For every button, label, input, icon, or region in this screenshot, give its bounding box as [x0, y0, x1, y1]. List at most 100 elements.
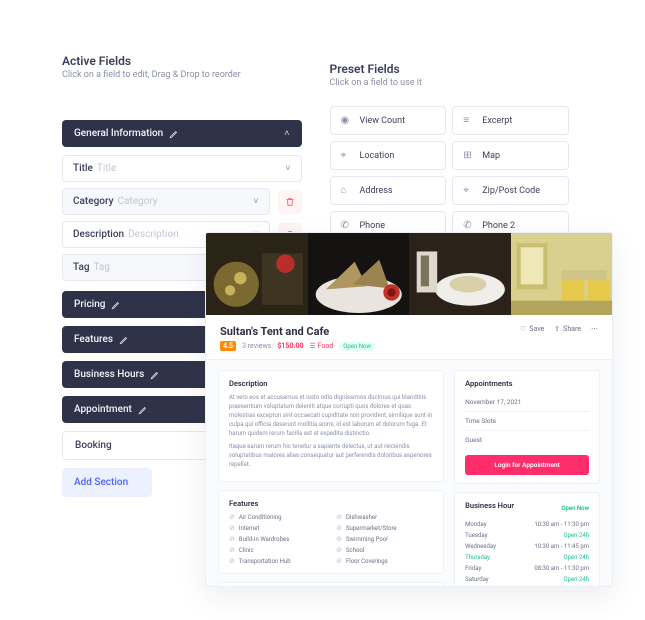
feature-item: Clinic [229, 546, 326, 554]
share-button[interactable]: ⇪Share [554, 325, 581, 333]
open-now-pill: Open Now [339, 342, 375, 351]
listing-title: Sultan's Tent and Cafe [220, 325, 375, 338]
hours-day: Friday [465, 565, 481, 572]
preset-fields-title: Preset Fields [330, 62, 570, 76]
more-button[interactable]: ⋯ [591, 325, 598, 333]
trash-icon [285, 197, 295, 207]
open-now-label: Open Now [561, 505, 589, 512]
business-hours-card: Business Hour Open Now Monday10:30 am - … [454, 492, 600, 587]
hours-value: 08:30 am - 11:30 pm [534, 565, 589, 572]
save-button[interactable]: ♡Save [520, 325, 544, 333]
section-general-information[interactable]: General Information ˄ [62, 120, 302, 147]
excerpt-icon: ≡ [463, 115, 475, 126]
description-card: Description At vero eos et accusamus et … [218, 370, 444, 482]
hours-day: Saturday [465, 576, 489, 583]
preset-field-excerpt[interactable]: ≡ Excerpt [452, 106, 569, 135]
feature-item: Floor Coverings [336, 557, 433, 565]
map-icon: ⊞ [463, 150, 475, 161]
hours-row: Monday10:30 am - 11:30 pm [465, 519, 589, 530]
hours-row: SundayClosed [465, 585, 589, 587]
feature-item: Supermarket/Store [336, 524, 433, 532]
preset-fields-subtitle: Click on a field to use it [330, 78, 570, 88]
add-section-button[interactable]: Add Section [62, 468, 152, 497]
preset-field-zip-post-code[interactable]: ⌖Zip/Post Code [452, 176, 569, 205]
video-card: Listing Video [218, 582, 444, 587]
appointment-guest[interactable]: Guest [465, 431, 589, 449]
preset-field-address[interactable]: ⌂ Address [330, 176, 447, 205]
pencil-icon [111, 300, 121, 310]
appointment-card: Appointments November 17, 2021 Time Slot… [454, 370, 600, 484]
active-fields-subtitle: Click on a field to edit, Drag & Drop to… [62, 70, 302, 80]
preset-field-map[interactable]: ⊞ Map [452, 141, 569, 170]
listing-meta: 4.5 3 reviews $150.00 ☰ Food Open Now [220, 341, 375, 351]
preset-label: Zip/Post Code [482, 186, 540, 196]
hours-row: Friday 08:30 am - 11:30 pm [465, 563, 589, 574]
share-icon: ⇪ [554, 325, 560, 333]
gallery-thumb[interactable] [308, 233, 410, 315]
features-card: Features Air ConditioningDishwasherInter… [218, 490, 444, 574]
heart-icon: ♡ [520, 325, 526, 333]
preset-field-location[interactable]: ⌖ Location [330, 141, 447, 170]
appointment-date[interactable]: November 17, 2021 [465, 393, 589, 412]
listing-actions: ♡Save ⇪Share ⋯ [520, 325, 598, 333]
gallery-thumb[interactable] [409, 233, 511, 315]
hours-row: Wednesday 10:30 am - 11:45 pm [465, 541, 589, 552]
feature-item: Transportation Hub [229, 557, 326, 565]
preset-label: Address [360, 186, 393, 196]
phone-icon: ✆ [341, 220, 353, 231]
hours-value: Open 24h [563, 532, 589, 539]
preset-label: Phone [360, 221, 386, 231]
field-row-title[interactable]: TitleTitle ˅ [62, 155, 302, 182]
hours-row: Saturday Open 24h [465, 574, 589, 585]
hours-heading: Business Hour [465, 501, 514, 510]
preset-label: View Count [360, 116, 406, 126]
feature-item: Build-In Wardrobes [229, 535, 326, 543]
feature-item: Swimming Pool [336, 535, 433, 543]
login-appointment-button[interactable]: Login for Appointment [465, 455, 589, 475]
phone2-icon: ✆ [463, 220, 475, 231]
description-heading: Description [229, 379, 433, 388]
category-icon: ☰ [310, 342, 316, 350]
field-label: Description [73, 229, 124, 240]
appointment-heading: Appointments [465, 379, 589, 388]
feature-item: Air Conditioning [229, 513, 326, 521]
feature-item: School [336, 546, 433, 554]
description-text: Itaque earum rerum hic tenetur a sapient… [229, 442, 433, 469]
section-label: Business Hours [74, 369, 144, 380]
listing-header: Sultan's Tent and Cafe 4.5 3 reviews $15… [206, 315, 612, 360]
pencil-icon [169, 129, 179, 139]
preset-field-view-count[interactable]: ◉ View Count [330, 106, 447, 135]
appointment-slots[interactable]: Time Slots [465, 412, 589, 431]
chevron-down-icon: ˅ [253, 196, 258, 207]
field-row-category[interactable]: Category Category ˅ [62, 188, 302, 215]
field-placeholder: Title [97, 163, 116, 174]
location-icon: ⌖ [341, 150, 353, 161]
preset-label: Excerpt [482, 116, 512, 126]
delete-field-button[interactable] [278, 190, 302, 214]
hours-value: Open 24h [563, 576, 589, 583]
field-label: Category [73, 196, 113, 207]
preset-label: Location [360, 151, 395, 161]
active-fields-title: Active Fields [62, 54, 302, 68]
hours-row: TuesdayOpen 24h [465, 530, 589, 541]
hours-value: 10:30 am - 11:45 pm [534, 543, 589, 550]
eye-icon: ◉ [341, 115, 353, 126]
features-heading: Features [229, 499, 433, 508]
rating-badge: 4.5 [220, 341, 236, 351]
listing-price: $150.00 [277, 342, 303, 350]
chevron-up-icon: ˄ [284, 128, 289, 139]
hours-row: ThursdayOpen 24h [465, 552, 589, 563]
field-label: Tag [73, 262, 90, 273]
pencil-icon [119, 335, 129, 345]
field-label: Title [73, 163, 93, 174]
gallery-thumb[interactable] [206, 233, 308, 315]
section-label: Features [74, 334, 113, 345]
gallery-thumb[interactable] [511, 233, 613, 315]
preset-label: Map [482, 151, 500, 161]
hours-day: Wednesday [465, 543, 496, 550]
address-icon: ⌂ [341, 185, 353, 196]
description-text: At vero eos et accusamus et iusto odio d… [229, 393, 433, 438]
listing-preview-card: Sultan's Tent and Cafe 4.5 3 reviews $15… [205, 232, 613, 587]
field-placeholder: Category [117, 196, 157, 207]
pencil-icon [138, 405, 148, 415]
